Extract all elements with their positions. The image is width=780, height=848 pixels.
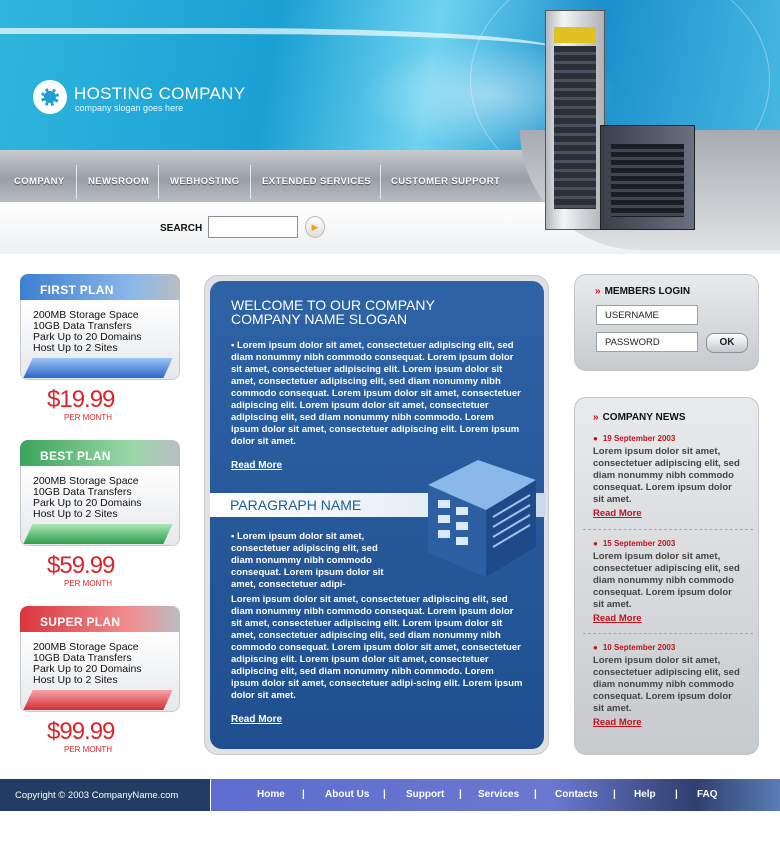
footer-separator: |	[383, 789, 386, 800]
site-title[interactable]: HOSTING COMPANY	[74, 84, 245, 104]
copyright-text: Copyright © 2003 CompanyName.com	[15, 790, 179, 801]
nav-divider	[158, 165, 159, 199]
news-date: ● 10 September 2003	[593, 641, 743, 653]
news-text: Lorem ipsum dolor sit amet, consectetuer…	[593, 446, 740, 505]
welcome-heading-line2: COMPANY NAME SLOGAN	[231, 311, 408, 327]
paragraph-intro: • Lorem ipsum dolor sit amet, consectetu…	[231, 531, 384, 590]
welcome-heading: WELCOME TO OUR COMPANY COMPANY NAME SLOG…	[231, 298, 531, 326]
news-item: ● 10 September 2003 Lorem ipsum dolor sit…	[593, 641, 743, 728]
server-small-image	[600, 125, 695, 230]
nav-extended-services[interactable]: EXTENDED SERVICES	[262, 176, 371, 187]
footer-link-contacts[interactable]: Contacts	[555, 789, 598, 800]
plan-hardware-image	[23, 358, 173, 378]
login-ok-button[interactable]: OK	[706, 333, 748, 353]
news-read-more-link[interactable]: Read More	[593, 717, 743, 728]
footer-link-about[interactable]: About Us	[325, 789, 369, 800]
plan-price: $19.99	[47, 386, 115, 413]
plan-period: PER MONTH	[64, 579, 112, 588]
news-date: ● 19 September 2003	[593, 432, 743, 444]
sun-logo-icon[interactable]	[33, 80, 67, 114]
nav-customer-support[interactable]: CUSTOMER SUPPORT	[391, 176, 500, 187]
news-item: ● 15 September 2003 Lorem ipsum dolor sit…	[593, 537, 743, 624]
footer-link-support[interactable]: Support	[406, 789, 444, 800]
footer-link-faq[interactable]: FAQ	[697, 789, 718, 800]
nav-newsroom[interactable]: NEWSROOM	[88, 176, 149, 187]
plan-period: PER MONTH	[64, 413, 112, 422]
plan-title[interactable]: FIRST PLAN	[20, 274, 180, 300]
search-input[interactable]	[208, 216, 298, 238]
red-arrow-icon: »	[595, 286, 601, 297]
company-news-title: » COMPANY NEWS	[593, 412, 686, 423]
company-news-label: COMPANY NEWS	[602, 412, 686, 423]
plan-feature: Host Up to 2 Sites	[33, 508, 118, 520]
members-login-label: MEMBERS LOGIN	[604, 286, 691, 297]
welcome-heading-line1: WELCOME TO OUR COMPANY	[231, 297, 435, 313]
news-date-text: 10 September 2003	[602, 643, 676, 652]
plan-card-first: FIRST PLAN 200MB Storage Space 10GB Data…	[20, 274, 180, 422]
username-field[interactable]: USERNAME	[596, 305, 698, 325]
news-read-more-link[interactable]: Read More	[593, 613, 743, 624]
bullet-icon: ●	[593, 434, 598, 443]
plan-hardware-image	[23, 524, 173, 544]
search-label: SEARCH	[160, 223, 203, 234]
read-more-link[interactable]: Read More	[231, 460, 282, 471]
plan-hardware-image	[23, 690, 173, 710]
footer-separator: |	[613, 789, 616, 800]
plan-card-super: SUPER PLAN 200MB Storage Space 10GB Data…	[20, 606, 180, 754]
server-illustration	[428, 460, 536, 577]
plan-feature: Host Up to 2 Sites	[33, 342, 118, 354]
plan-feature: Host Up to 2 Sites	[33, 674, 118, 686]
footer-link-services[interactable]: Services	[478, 789, 519, 800]
bullet-icon: ●	[593, 539, 598, 548]
news-text: Lorem ipsum dolor sit amet, consectetuer…	[593, 655, 740, 714]
plan-title[interactable]: BEST PLAN	[20, 440, 180, 466]
nav-divider	[76, 165, 77, 199]
footer-link-home[interactable]: Home	[257, 789, 285, 800]
paragraph-body: Lorem ipsum dolor sit amet, consectetuer…	[231, 594, 523, 701]
server-tower-image	[545, 10, 605, 230]
plan-price: $59.99	[47, 552, 115, 579]
nav-webhosting[interactable]: WEBHOSTING	[170, 176, 239, 187]
plan-card-best: BEST PLAN 200MB Storage Space 10GB Data …	[20, 440, 180, 588]
nav-divider	[250, 165, 251, 199]
footer-separator: |	[459, 789, 462, 800]
footer-separator: |	[302, 789, 305, 800]
read-more-link[interactable]: Read More	[231, 714, 282, 725]
plan-title[interactable]: SUPER PLAN	[20, 606, 180, 632]
news-item: ● 19 September 2003 Lorem ipsum dolor sit…	[593, 432, 743, 519]
password-field[interactable]: PASSWORD	[596, 332, 698, 352]
red-arrow-icon: »	[593, 412, 599, 423]
plan-period: PER MONTH	[64, 745, 112, 754]
nav-company[interactable]: COMPANY	[14, 176, 65, 187]
news-date: ● 15 September 2003	[593, 537, 743, 549]
members-login-title: » MEMBERS LOGIN	[595, 286, 690, 297]
bullet-icon: ●	[593, 643, 598, 652]
nav-divider	[380, 165, 381, 199]
news-text: Lorem ipsum dolor sit amet, consectetuer…	[593, 551, 740, 610]
footer-link-help[interactable]: Help	[634, 789, 656, 800]
news-date-text: 15 September 2003	[602, 539, 676, 548]
footer-separator: |	[534, 789, 537, 800]
arrow-right-icon[interactable]: ▶	[305, 216, 325, 238]
footer-separator: |	[675, 789, 678, 800]
plan-price: $99.99	[47, 718, 115, 745]
paragraph-title: PARAGRAPH NAME	[230, 497, 362, 513]
news-divider	[583, 529, 753, 530]
site-slogan: company slogan goes here	[75, 103, 184, 113]
intro-text: • Lorem ipsum dolor sit amet, consectetu…	[231, 340, 521, 447]
news-divider	[583, 633, 753, 634]
news-date-text: 19 September 2003	[602, 434, 676, 443]
news-read-more-link[interactable]: Read More	[593, 508, 743, 519]
